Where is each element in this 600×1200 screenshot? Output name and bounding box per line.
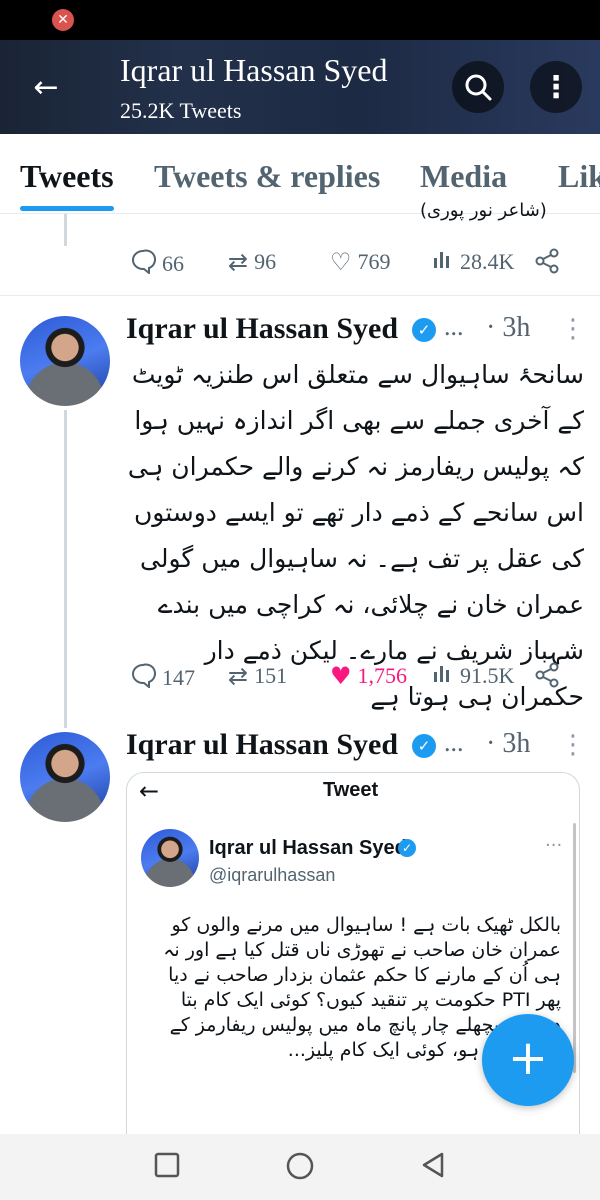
nav-back-icon[interactable]: [418, 1150, 448, 1188]
tweet-count: 25.2K Tweets: [120, 98, 242, 123]
embed-author-name: Iqrar ul Hassan Syed: [209, 837, 407, 859]
share-icon: [534, 248, 560, 280]
reply-icon: [130, 662, 156, 694]
heart-filled-icon: ♥: [330, 662, 352, 690]
tab-likes[interactable]: Lik: [558, 158, 600, 195]
view-count: 91.5K: [460, 663, 515, 688]
retweet-button[interactable]: ⇄ 96: [228, 248, 276, 276]
retweet-count: 96: [254, 249, 277, 274]
embed-title: Tweet: [323, 779, 379, 801]
like-button[interactable]: ♥ 1,756: [330, 662, 407, 690]
tweet-text-fragment: (شاعر نور پوری): [420, 200, 547, 221]
reply-count: 66: [162, 251, 184, 276]
like-button[interactable]: ♡ 769: [330, 248, 391, 276]
more-options-icon[interactable]: ⋮: [530, 61, 582, 113]
tweet-options-icon[interactable]: ⋮: [560, 314, 586, 344]
like-count: 769: [357, 249, 391, 274]
tab-media[interactable]: Media: [420, 158, 507, 195]
tweet-time[interactable]: · 3h: [486, 728, 530, 760]
retweet-icon: ⇄: [228, 248, 249, 276]
author-name[interactable]: Iqrar ul Hassan Syed: [126, 728, 398, 762]
thread-line: [64, 410, 67, 728]
tweet-options-icon[interactable]: ⋮: [560, 730, 586, 760]
embed-handle: @iqrarulhassan: [209, 865, 336, 885]
reply-icon: [130, 248, 156, 280]
thread-line: [64, 214, 67, 246]
share-button[interactable]: [534, 662, 566, 694]
status-bar: ✕: [0, 0, 600, 40]
retweet-button[interactable]: ⇄ 151: [228, 662, 287, 690]
view-count: 28.4K: [460, 249, 515, 274]
tab-tweets[interactable]: Tweets: [20, 158, 114, 195]
search-icon[interactable]: [452, 61, 504, 113]
active-tab-indicator: [20, 206, 114, 211]
verified-badge-icon: ✓: [412, 318, 436, 342]
embed-verified-badge-icon: ✓: [398, 839, 416, 857]
reply-button[interactable]: 147: [130, 662, 195, 694]
tweet-divider: [0, 295, 600, 296]
recents-icon[interactable]: [152, 1150, 182, 1188]
like-count: 1,756: [357, 663, 408, 688]
views-button[interactable]: 28.4K: [432, 248, 514, 276]
views-button[interactable]: 91.5K: [432, 662, 514, 690]
profile-header: ← Iqrar ul Hassan Syed 25.2K Tweets ⋮: [0, 40, 600, 134]
views-icon: [432, 662, 454, 690]
heart-icon: ♡: [330, 248, 352, 276]
author-name[interactable]: Iqrar ul Hassan Syed: [126, 312, 398, 346]
embed-back-arrow-icon: ←: [139, 777, 160, 805]
back-arrow-icon[interactable]: ←: [20, 61, 72, 113]
name-ellipsis: ...: [444, 312, 464, 341]
reply-button[interactable]: 66: [130, 248, 184, 280]
embed-options-icon: ···: [545, 835, 563, 856]
retweet-count: 151: [254, 663, 288, 688]
avatar[interactable]: [20, 316, 110, 406]
reply-count: 147: [162, 665, 195, 690]
name-ellipsis: ...: [444, 728, 464, 757]
avatar[interactable]: [20, 732, 110, 822]
views-icon: [432, 248, 454, 276]
share-button[interactable]: [534, 248, 566, 280]
share-icon: [534, 662, 560, 694]
compose-tweet-button[interactable]: +: [482, 1014, 574, 1106]
home-icon[interactable]: [284, 1150, 316, 1190]
profile-title: Iqrar ul Hassan Syed: [120, 52, 388, 88]
retweet-icon: ⇄: [228, 662, 249, 690]
embed-scrollbar: [573, 823, 576, 1073]
tab-tweets-and-replies[interactable]: Tweets & replies: [154, 158, 380, 195]
android-nav-bar: [0, 1134, 600, 1200]
app-notification-icon: ✕: [52, 9, 74, 31]
embed-avatar: [141, 829, 199, 887]
verified-badge-icon: ✓: [412, 734, 436, 758]
tweet-time[interactable]: · 3h: [486, 312, 530, 344]
